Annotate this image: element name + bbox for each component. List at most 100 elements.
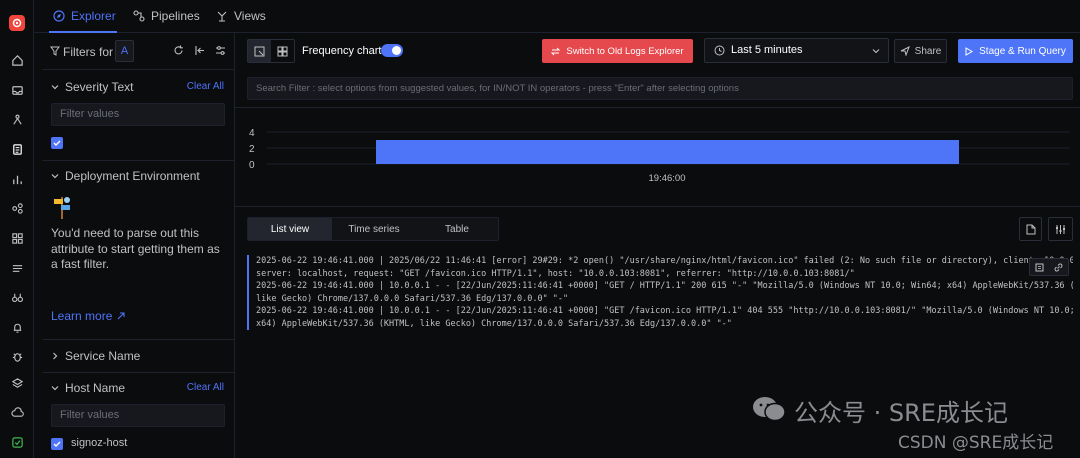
divider: [42, 160, 235, 161]
log-line-text: x64) AppleWebKit/537.36 (KHTML, like Gec…: [256, 318, 732, 329]
signoz-logo-icon[interactable]: [9, 15, 25, 31]
log-line-text: 2025-06-22 19:46:41.000 | 2025/06/22 11:…: [256, 256, 1073, 266]
top-nav: Explorer Pipelines Views: [34, 0, 1080, 33]
x-tick-label: 19:46:00: [649, 173, 686, 184]
tab-views[interactable]: Views: [216, 9, 266, 23]
cloud-icon[interactable]: [10, 405, 24, 419]
filter-icon: [50, 46, 60, 56]
learn-more-link[interactable]: Learn more: [51, 309, 125, 323]
severity-clear-all[interactable]: Clear All: [187, 81, 224, 92]
send-icon: [900, 46, 910, 56]
switch-old-label: Switch to Old Logs Explorer: [566, 45, 684, 57]
watermark-title: 公众号 · SRE成长记: [794, 399, 1008, 427]
log-row[interactable]: 2025-06-22 19:46:41.000 | 10.0.0.1 - - […: [247, 305, 1073, 330]
left-rail: [0, 0, 34, 458]
compass-icon: [53, 10, 65, 22]
view-tabs: List view Time series Table: [247, 217, 499, 241]
filters-for-label: Filters for: [63, 45, 114, 59]
tab-time-series[interactable]: Time series: [332, 218, 416, 240]
tab-list-view[interactable]: List view: [248, 218, 332, 240]
y-tick-label: 4: [249, 128, 255, 139]
pipeline-icon: [133, 10, 145, 22]
bug-icon[interactable]: [10, 349, 24, 363]
y-tick-label: 0: [249, 160, 255, 171]
tab-explorer[interactable]: Explorer: [53, 9, 116, 23]
share-label: Share: [914, 45, 942, 57]
search-filter-input[interactable]: Search Filter : select options from sugg…: [247, 77, 1073, 100]
chevron-down-icon: [872, 49, 880, 54]
views-icon: [217, 11, 227, 22]
severity-filter-input[interactable]: Filter values: [51, 103, 225, 126]
frequency-chart-toggle[interactable]: [381, 44, 403, 57]
log-line-text: like Gecko) Chrome/137.0.0.0 Safari/537.…: [256, 293, 569, 304]
share-button[interactable]: Share: [894, 39, 947, 63]
log-line-text: 2025-06-22 19:46:41.000 | 10.0.0.1 - - […: [256, 306, 1073, 316]
dashboard-icon[interactable]: [10, 231, 24, 245]
chevron-down-icon[interactable]: [51, 172, 59, 180]
traces-icon[interactable]: [10, 112, 24, 126]
signpost-icon: [54, 197, 70, 219]
host-clear-all[interactable]: Clear All: [187, 382, 224, 393]
query-badge[interactable]: A: [115, 40, 134, 62]
severity-checkbox[interactable]: [51, 137, 63, 149]
time-range-value: Last 5 minutes: [731, 44, 803, 56]
filter-sidebar: Filters for A Severity Text Clear All Fi…: [42, 33, 235, 458]
play-icon: [965, 46, 974, 56]
format-options-button[interactable]: [1048, 217, 1073, 241]
link-icon[interactable]: [1054, 263, 1063, 272]
list-icon[interactable]: [10, 261, 24, 275]
layers-icon[interactable]: [10, 376, 24, 390]
deployment-env-title[interactable]: Deployment Environment: [65, 169, 200, 183]
host-checkbox[interactable]: [51, 438, 63, 450]
log-line-text: server: localhost, request: "GET /favico…: [256, 268, 855, 279]
filters-for-header: Filters for A: [42, 33, 235, 70]
export-button[interactable]: [1019, 217, 1042, 241]
frequency-chart-label: Frequency chart: [302, 45, 382, 57]
refresh-icon[interactable]: [173, 45, 184, 56]
document-icon: [1026, 224, 1035, 234]
run-query-label: Stage & Run Query: [979, 45, 1066, 57]
divider: [42, 339, 235, 340]
chevron-down-icon[interactable]: [51, 83, 59, 91]
service-name-title[interactable]: Service Name: [65, 349, 140, 363]
bar-chart-icon[interactable]: [10, 172, 24, 186]
collapse-icon[interactable]: [194, 45, 205, 56]
chevron-right-icon[interactable]: [51, 352, 59, 360]
log-row[interactable]: 2025-06-22 19:46:41.000 | 2025/06/22 11:…: [247, 255, 1073, 280]
severity-text-title[interactable]: Severity Text: [65, 80, 133, 94]
external-arrow-icon: [117, 312, 125, 320]
binoculars-icon[interactable]: [10, 290, 24, 304]
grid-mode-icon[interactable]: [271, 40, 294, 62]
tab-table[interactable]: Table: [416, 218, 498, 240]
host-name-title[interactable]: Host Name: [65, 381, 125, 395]
stage-run-query-button[interactable]: Stage & Run Query: [958, 39, 1073, 63]
context-icon[interactable]: [1035, 263, 1044, 272]
home-icon[interactable]: [10, 53, 24, 67]
divider: [42, 372, 235, 373]
y-tick-label: 2: [249, 144, 255, 155]
host-filter-input[interactable]: Filter values: [51, 404, 225, 427]
view-mode-toggle: [247, 39, 295, 63]
wechat-icon: [753, 397, 786, 422]
tab-pipelines[interactable]: Pipelines: [133, 9, 200, 23]
tab-views-label: Views: [234, 9, 266, 23]
switch-old-explorer-button[interactable]: Switch to Old Logs Explorer: [542, 39, 693, 63]
inbox-icon[interactable]: [10, 83, 24, 97]
logs-icon[interactable]: [10, 142, 24, 156]
watermark-csdn: CSDN @SRE成长记: [898, 433, 1054, 453]
deployment-env-hint: You'd need to parse out this attribute t…: [51, 226, 220, 271]
tab-explorer-label: Explorer: [71, 9, 116, 23]
list-mode-icon[interactable]: [248, 40, 271, 62]
swap-icon: [551, 47, 561, 55]
checklist-icon[interactable]: [10, 435, 24, 449]
log-line-text: 2025-06-22 19:46:41.000 | 10.0.0.1 - - […: [256, 281, 1073, 291]
log-row[interactable]: 2025-06-22 19:46:41.000 | 10.0.0.1 - - […: [247, 280, 1073, 305]
row-actions: [1029, 258, 1069, 276]
frequency-chart: 4 2 0 19:46:00: [235, 107, 1080, 207]
time-range-select[interactable]: Last 5 minutes: [704, 38, 889, 63]
chevron-down-icon[interactable]: [51, 384, 59, 392]
integrations-icon[interactable]: [10, 201, 24, 215]
alerts-icon[interactable]: [10, 320, 24, 334]
settings-sliders-icon[interactable]: [215, 45, 226, 56]
chart-bar[interactable]: [376, 140, 959, 164]
